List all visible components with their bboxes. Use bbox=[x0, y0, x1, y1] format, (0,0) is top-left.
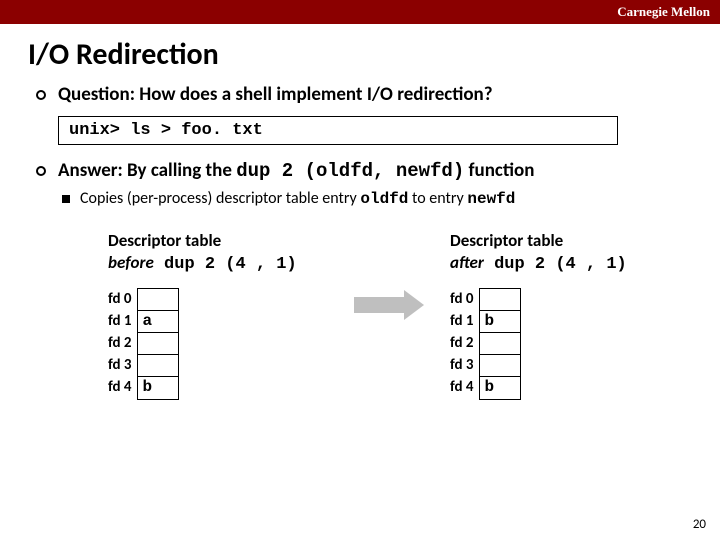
fd-label: fd 1 bbox=[450, 310, 477, 332]
before-block: Descriptor table before dup 2 (4 , 1) fd… bbox=[108, 230, 328, 400]
fd-cell bbox=[480, 355, 520, 377]
question-text: Question: How does a shell implement I/O… bbox=[58, 83, 493, 106]
after-labels: fd 0 fd 1 fd 2 fd 3 fd 4 bbox=[450, 288, 477, 400]
fd-cell: b bbox=[138, 377, 178, 399]
slide-body: Question: How does a shell implement I/O… bbox=[0, 83, 720, 400]
after-title-em: after bbox=[450, 252, 484, 273]
fd-label: fd 2 bbox=[108, 332, 135, 354]
after-title-line1: Descriptor table bbox=[450, 230, 563, 251]
fd-label: fd 3 bbox=[108, 354, 135, 376]
hollow-bullet-icon bbox=[36, 90, 46, 100]
after-title-call: dup 2 (4 , 1) bbox=[484, 255, 627, 274]
tables-container: Descriptor table before dup 2 (4 , 1) fd… bbox=[108, 230, 684, 400]
before-title-call: dup 2 (4 , 1) bbox=[154, 255, 297, 274]
sub-newfd: newfd bbox=[467, 190, 515, 208]
question-row: Question: How does a shell implement I/O… bbox=[36, 83, 684, 106]
before-title-line1: Descriptor table bbox=[108, 230, 221, 251]
fd-label: fd 0 bbox=[108, 288, 135, 310]
fd-cell bbox=[480, 333, 520, 355]
sub-prefix: Copies (per-process) descriptor table en… bbox=[80, 189, 360, 208]
fd-cell bbox=[138, 355, 178, 377]
fd-label: fd 1 bbox=[108, 310, 135, 332]
fd-cell: b bbox=[480, 377, 520, 399]
before-title: Descriptor table before dup 2 (4 , 1) bbox=[108, 230, 328, 276]
hollow-bullet-icon bbox=[36, 166, 46, 176]
fd-label: fd 2 bbox=[450, 332, 477, 354]
fd-label: fd 4 bbox=[450, 376, 477, 398]
fd-label: fd 0 bbox=[450, 288, 477, 310]
arrow-right-icon bbox=[354, 290, 424, 320]
answer-row: Answer: By calling the dup 2 (oldfd, new… bbox=[36, 159, 684, 182]
before-labels: fd 0 fd 1 fd 2 fd 3 fd 4 bbox=[108, 288, 135, 400]
sub-mid: to entry bbox=[408, 189, 467, 208]
after-cells: b b bbox=[479, 288, 521, 400]
answer-prefix: Answer: By calling the bbox=[58, 159, 236, 182]
sub-oldfd: oldfd bbox=[360, 190, 408, 208]
answer-sub-text: Copies (per-process) descriptor table en… bbox=[80, 189, 515, 208]
after-table: fd 0 fd 1 fd 2 fd 3 fd 4 b b bbox=[450, 288, 670, 400]
brand-bar: Carnegie Mellon bbox=[0, 0, 720, 24]
square-bullet-icon bbox=[62, 195, 70, 203]
fd-cell bbox=[480, 289, 520, 311]
fd-cell bbox=[138, 333, 178, 355]
answer-sub-row: Copies (per-process) descriptor table en… bbox=[62, 188, 684, 208]
before-table: fd 0 fd 1 fd 2 fd 3 fd 4 a b bbox=[108, 288, 328, 400]
command-box: unix> ls > foo. txt bbox=[58, 116, 618, 145]
after-block: Descriptor table after dup 2 (4 , 1) fd … bbox=[450, 230, 670, 400]
after-title: Descriptor table after dup 2 (4 , 1) bbox=[450, 230, 670, 276]
fd-cell: b bbox=[480, 311, 520, 333]
answer-fn: dup 2 (oldfd, newfd) bbox=[236, 160, 464, 182]
slide-title: I/O Redirection bbox=[0, 24, 720, 83]
fd-label: fd 4 bbox=[108, 376, 135, 398]
fd-label: fd 3 bbox=[450, 354, 477, 376]
answer-text: Answer: By calling the dup 2 (oldfd, new… bbox=[58, 159, 534, 182]
fd-cell: a bbox=[138, 311, 178, 333]
arrow-container bbox=[328, 230, 450, 320]
before-cells: a b bbox=[137, 288, 179, 400]
page-number: 20 bbox=[693, 517, 706, 532]
brand-text: Carnegie Mellon bbox=[617, 4, 710, 19]
fd-cell bbox=[138, 289, 178, 311]
before-title-em: before bbox=[108, 252, 154, 273]
answer-suffix: function bbox=[464, 159, 534, 182]
